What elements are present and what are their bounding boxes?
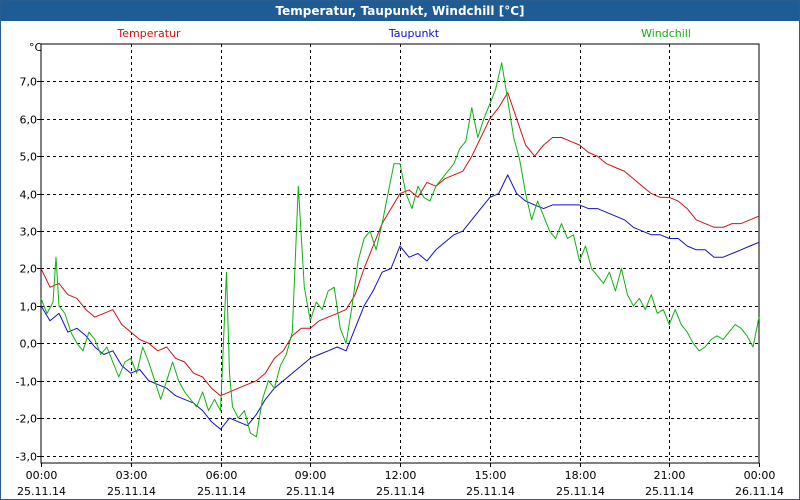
x-tick-time-label: 00:00 [26,469,58,482]
y-tick-label: 6,0 [20,114,38,127]
x-tick-time-label: 03:00 [116,469,148,482]
y-tick-label: 7,0 [20,76,38,89]
x-tick-time-label: 18:00 [565,469,597,482]
y-tick-label: 2,0 [20,263,38,276]
x-tick-time-label: 06:00 [206,469,238,482]
x-tick-time-label: 12:00 [385,469,417,482]
y-tick-label: -1,0 [16,376,37,389]
x-tick-time-label: 21:00 [654,469,686,482]
y-tick-label: 1,0 [20,301,38,314]
x-tick-time-label: 00:00 [744,469,776,482]
x-tick-date-label: 25.11.14 [197,485,246,498]
y-tick-label: -2,0 [16,413,37,426]
x-tick-date-label: 25.11.14 [376,485,425,498]
legend-label-temperatur: Temperatur [116,27,181,40]
legend-label-windchill: Windchill [641,27,691,40]
x-tick-date-label: 25.11.14 [556,485,605,498]
y-tick-label: 4,0 [20,189,38,202]
x-tick-date-label: 25.11.14 [107,485,156,498]
x-tick-time-label: 09:00 [295,469,327,482]
x-tick-time-label: 15:00 [475,469,507,482]
chart-window: Temperatur, Taupunkt, Windchill [°C] -3,… [0,0,800,500]
y-tick-label: 0,0 [20,338,38,351]
x-tick-date-label: 25.11.14 [645,485,694,498]
x-tick-date-label: 25.11.14 [286,485,335,498]
y-tick-label: 3,0 [20,226,38,239]
y-tick-label: -3,0 [16,451,37,464]
x-tick-date-label: 25.11.14 [466,485,515,498]
x-tick-date-label: 25.11.14 [17,485,66,498]
y-tick-label: 5,0 [20,151,38,164]
y-axis-unit-label: °C [29,41,43,54]
legend-label-taupunkt: Taupunkt [388,27,440,40]
line-chart: -3,0 -2,0 -1,0 0,0 1,0 2,0 3,0 4,0 5,0 6,0 7,0 00:0… [16,27,784,498]
x-tick-date-label: 26.11.14 [735,485,784,498]
